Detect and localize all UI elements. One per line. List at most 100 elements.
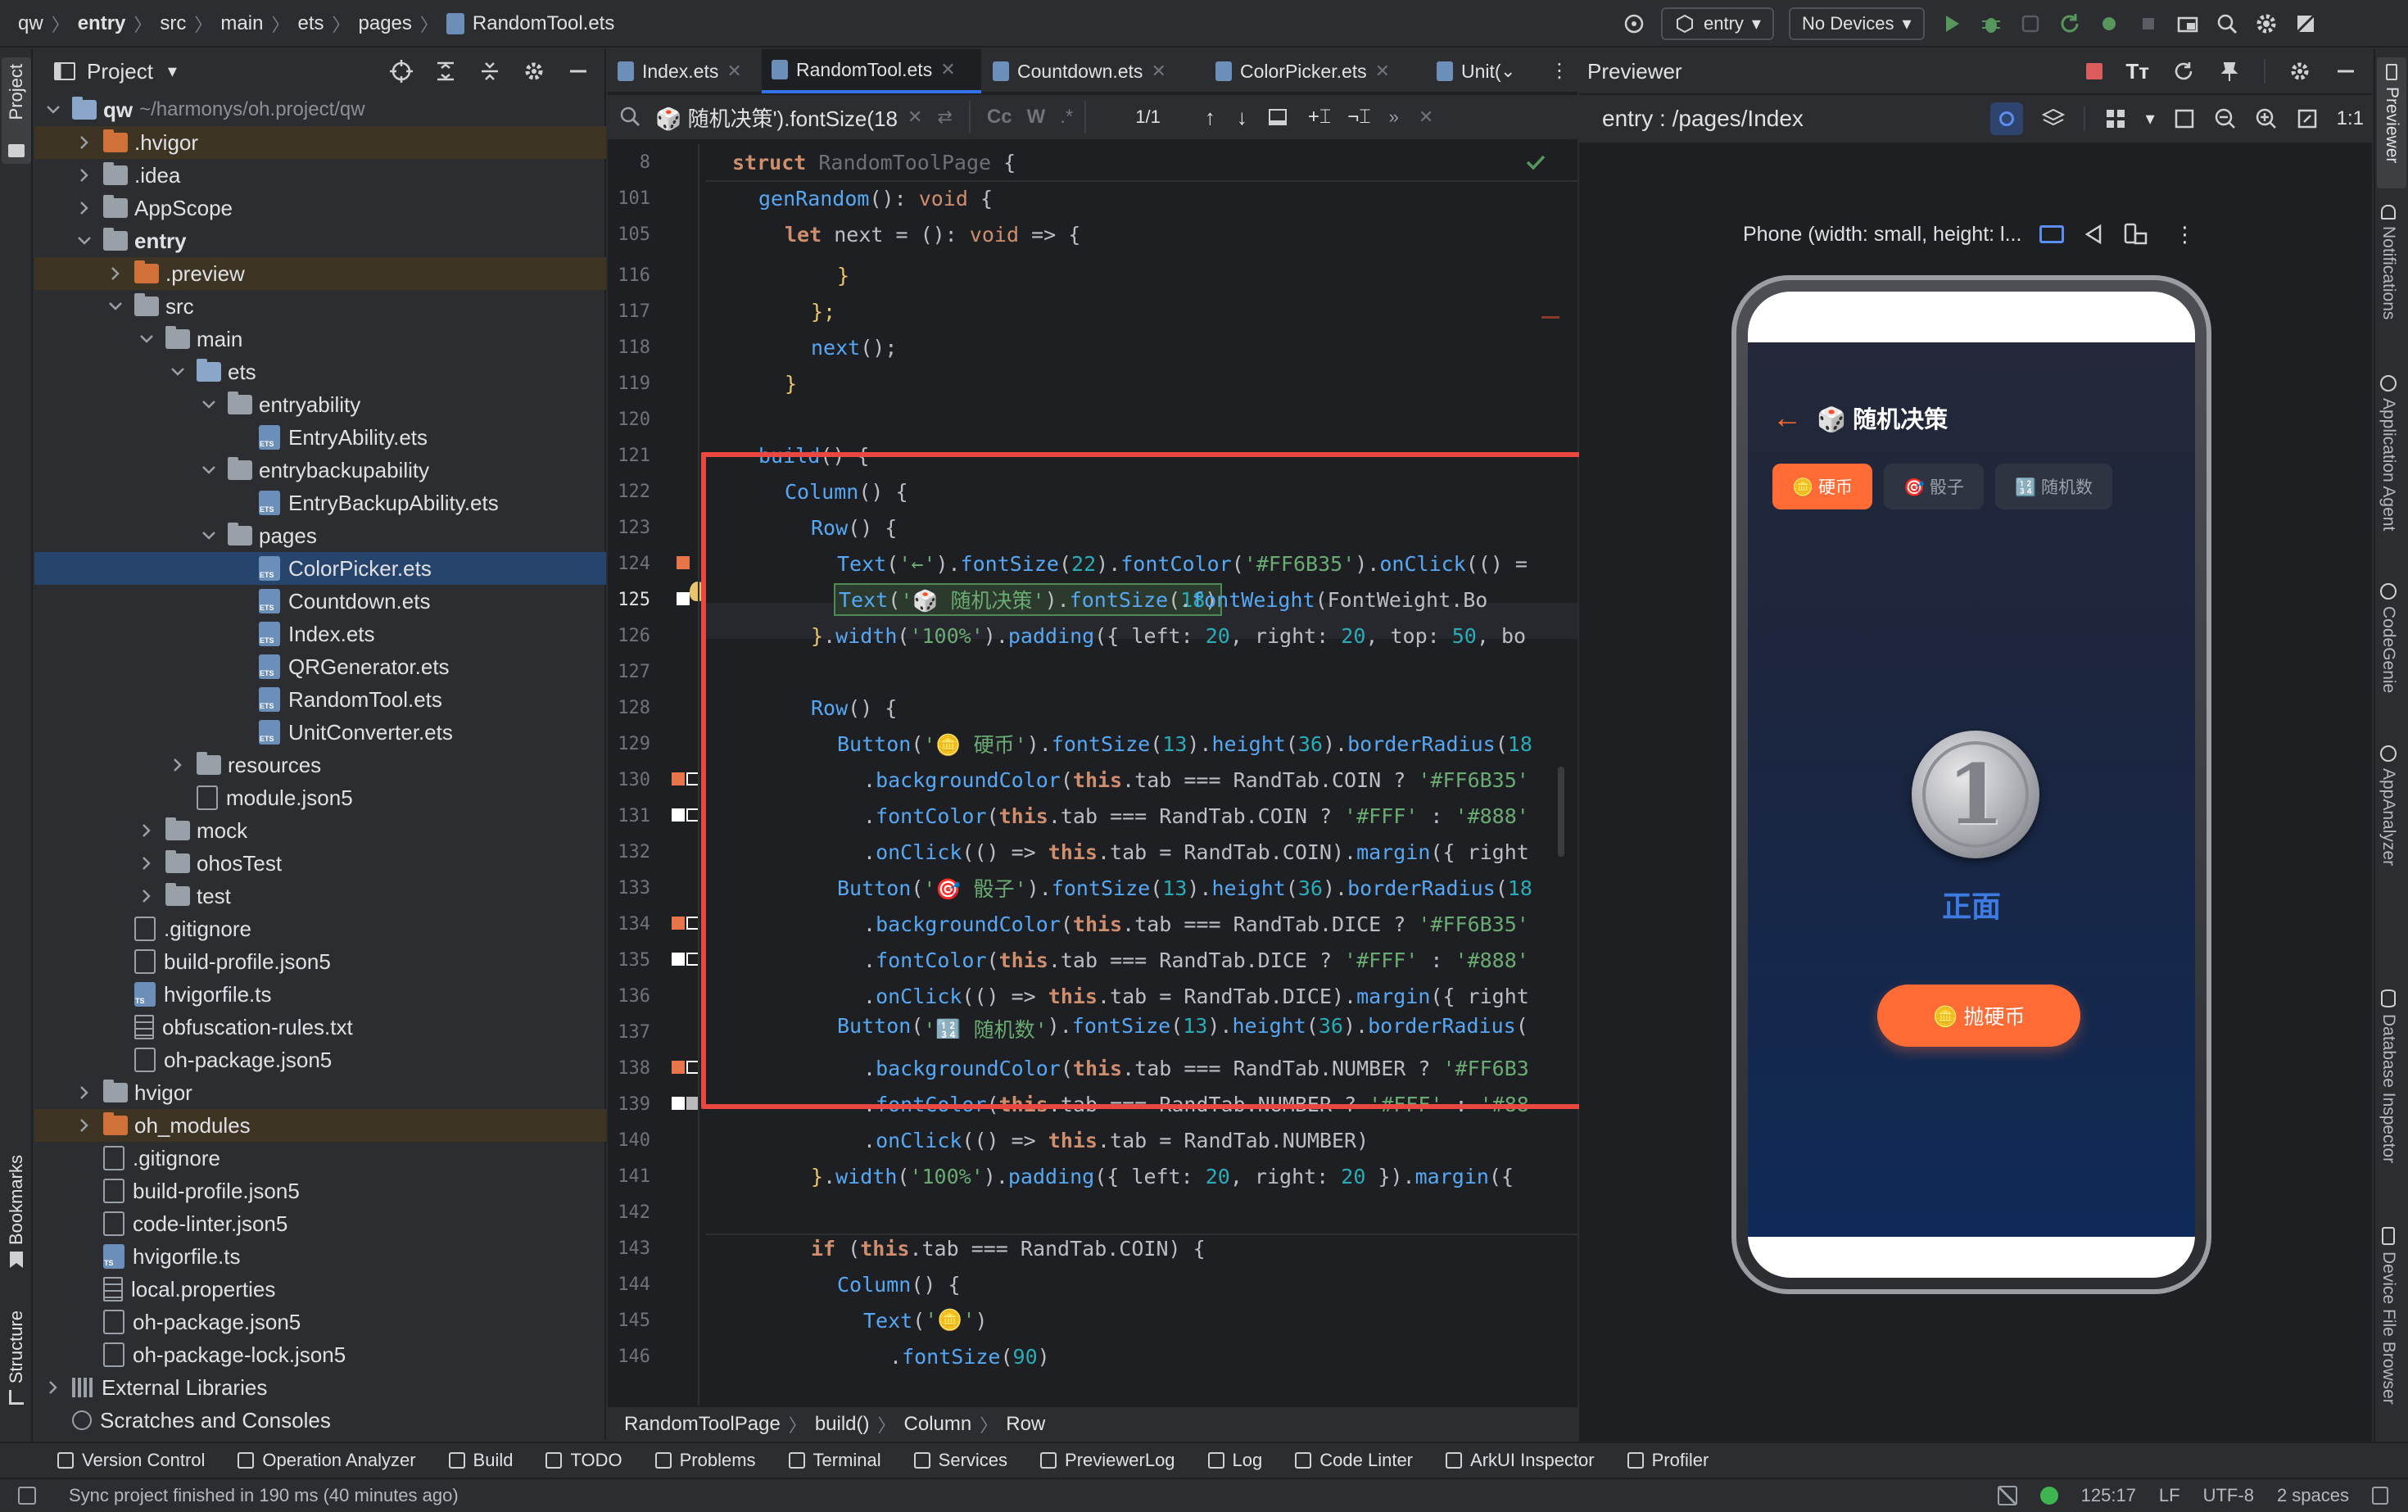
tree-item[interactable]: code-linter.json5 (34, 1207, 606, 1240)
color-swatch-marker[interactable] (672, 1097, 685, 1110)
color-swatch-marker[interactable] (672, 917, 685, 930)
tree-item[interactable]: oh_modules (34, 1109, 606, 1142)
close-icon[interactable]: ✕ (940, 59, 955, 80)
account-icon[interactable] (2293, 11, 2318, 36)
arrow-down-icon[interactable]: ↓ (1237, 105, 1247, 130)
breadcrumb-item[interactable]: pages (359, 12, 412, 35)
breadcrumb-item[interactable]: src (160, 12, 186, 35)
color-swatch-marker[interactable] (672, 1061, 685, 1074)
gear-icon[interactable] (523, 60, 545, 83)
tree-item[interactable]: entryability (34, 388, 606, 421)
whole-word-button[interactable]: W (1027, 106, 1046, 129)
breadcrumb-item[interactable]: build() (815, 1413, 870, 1436)
chevron-down-icon[interactable]: ⌄ (1500, 61, 1515, 82)
database-inspector-tool-button[interactable]: Database Inspector (2379, 989, 2398, 1163)
breadcrumb-item[interactable]: entry (78, 12, 126, 35)
chevron-down-icon[interactable] (169, 363, 187, 381)
tree-item[interactable]: oh-package.json5 (34, 1306, 606, 1338)
chevron-down-icon[interactable] (138, 330, 156, 348)
application-agent-tool-button[interactable]: Application Agent (2379, 375, 2398, 531)
apply-changes-icon[interactable] (2057, 11, 2082, 36)
search-icon[interactable] (2215, 11, 2239, 36)
gear-icon[interactable] (2288, 60, 2311, 83)
tree-item[interactable]: .gitignore (34, 912, 606, 945)
breadcrumb-item[interactable]: qw (18, 12, 43, 35)
project-structure-icon[interactable] (2175, 11, 2200, 36)
chevron-right-icon[interactable] (106, 265, 124, 283)
tree-item[interactable]: Index.ets (34, 618, 606, 650)
close-icon[interactable]: ✕ (1419, 106, 1433, 128)
tree-item[interactable]: entrybackupability (34, 454, 606, 487)
tree-item[interactable]: test (34, 880, 606, 912)
arrow-up-icon[interactable]: ↑ (1205, 105, 1215, 130)
chevron-down-icon[interactable] (200, 461, 218, 479)
target-icon[interactable] (1622, 11, 1646, 36)
debug-icon[interactable] (1979, 11, 2003, 36)
tree-item[interactable]: Scratches and Consoles (34, 1404, 606, 1437)
tree-item[interactable]: QRGenerator.ets (34, 650, 606, 683)
chevron-right-icon[interactable] (138, 887, 156, 905)
chevron-down-icon[interactable] (75, 232, 93, 250)
replace-toggle-icon[interactable]: ⇄ (937, 106, 952, 128)
tree-item[interactable]: oh-package.json5 (34, 1043, 606, 1076)
chevron-right-icon[interactable] (169, 756, 187, 774)
stop-icon[interactable] (2136, 11, 2161, 36)
select-all-icon[interactable] (1268, 109, 1287, 125)
tree-item[interactable]: RandomTool.ets (34, 683, 606, 716)
color-swatch-marker[interactable] (677, 556, 690, 569)
bottom-tool-previewerlog[interactable]: PreviewerLog (1040, 1450, 1175, 1471)
layers-icon[interactable] (2041, 106, 2066, 131)
lock-icon[interactable] (2372, 1487, 2388, 1505)
tree-item[interactable]: ohosTest (34, 847, 606, 880)
tree-item[interactable]: EntryAbility.ets (34, 421, 606, 454)
notifications-tool-button[interactable]: Notifications (2379, 205, 2398, 319)
stop-icon[interactable] (2086, 63, 2103, 79)
tree-item[interactable]: External Libraries (34, 1371, 606, 1404)
chevron-down-icon[interactable] (106, 297, 124, 315)
breadcrumb-item[interactable]: Column (904, 1413, 972, 1436)
tree-item[interactable]: local.properties (34, 1273, 606, 1306)
chevron-right-icon[interactable] (138, 854, 156, 872)
pin-icon[interactable] (2218, 60, 2241, 83)
line-separator[interactable]: LF (2159, 1485, 2180, 1506)
breadcrumb-item[interactable]: main (220, 12, 263, 35)
caret-position[interactable]: 125:17 (2081, 1485, 2136, 1506)
tree-item[interactable]: build-profile.json5 (34, 945, 606, 978)
run-config-select[interactable]: entry ▾ (1661, 7, 1774, 40)
tree-item[interactable]: Countdown.ets (34, 585, 606, 618)
bottom-tool-operation-analyzer[interactable]: Operation Analyzer (238, 1450, 416, 1471)
expand-all-icon[interactable] (434, 60, 457, 83)
close-icon[interactable]: ✕ (726, 61, 741, 82)
breadcrumb-item[interactable]: Row (1006, 1413, 1045, 1436)
refresh-icon[interactable] (2172, 60, 2195, 83)
toss-coin-button[interactable]: 🪙 抛硬币 (1877, 985, 2080, 1047)
tab-colorpicker[interactable]: ColorPicker.ets ✕ (1206, 49, 1425, 93)
tree-item[interactable]: .preview (34, 257, 606, 290)
bottom-tool-terminal[interactable]: Terminal (788, 1450, 881, 1471)
zoom-out-icon[interactable] (2214, 107, 2237, 130)
search-icon[interactable] (619, 106, 644, 129)
tree-item[interactable]: hvigorfile.ts (34, 978, 606, 1011)
find-input[interactable]: 🎲 随机决策').fontSize(18 (655, 102, 901, 133)
panel-toggle-icon[interactable] (18, 1487, 36, 1505)
color-swatch-marker[interactable] (672, 772, 685, 785)
back-arrow-icon[interactable]: ← (1772, 401, 1802, 435)
tab-number[interactable]: 🔢 随机数 (1994, 464, 2112, 509)
locate-file-icon[interactable] (390, 60, 413, 83)
actual-size-icon[interactable]: 1:1 (2337, 107, 2364, 130)
device-file-browser-tool-button[interactable]: Device File Browser (2379, 1227, 2398, 1405)
file-encoding[interactable]: UTF-8 (2203, 1485, 2254, 1506)
chevron-right-icon[interactable] (138, 822, 156, 840)
tab-countdown[interactable]: Countdown.ets ✕ (983, 49, 1204, 93)
chevron-down-icon[interactable] (44, 101, 62, 119)
device-select[interactable]: No Devices ▾ (1788, 7, 1925, 40)
bottom-tool-log[interactable]: Log (1207, 1450, 1262, 1471)
tree-item[interactable]: .hvigor (34, 126, 606, 159)
tab-coin[interactable]: 🪙 硬币 (1772, 464, 1872, 509)
chevron-down-icon[interactable] (200, 527, 218, 545)
close-icon[interactable]: ✕ (1151, 61, 1166, 82)
color-swatch-marker[interactable] (672, 808, 685, 822)
tree-item[interactable]: pages (34, 519, 606, 552)
more-icon[interactable]: ⋮ (1550, 59, 1569, 83)
fit-icon[interactable] (2173, 107, 2196, 130)
